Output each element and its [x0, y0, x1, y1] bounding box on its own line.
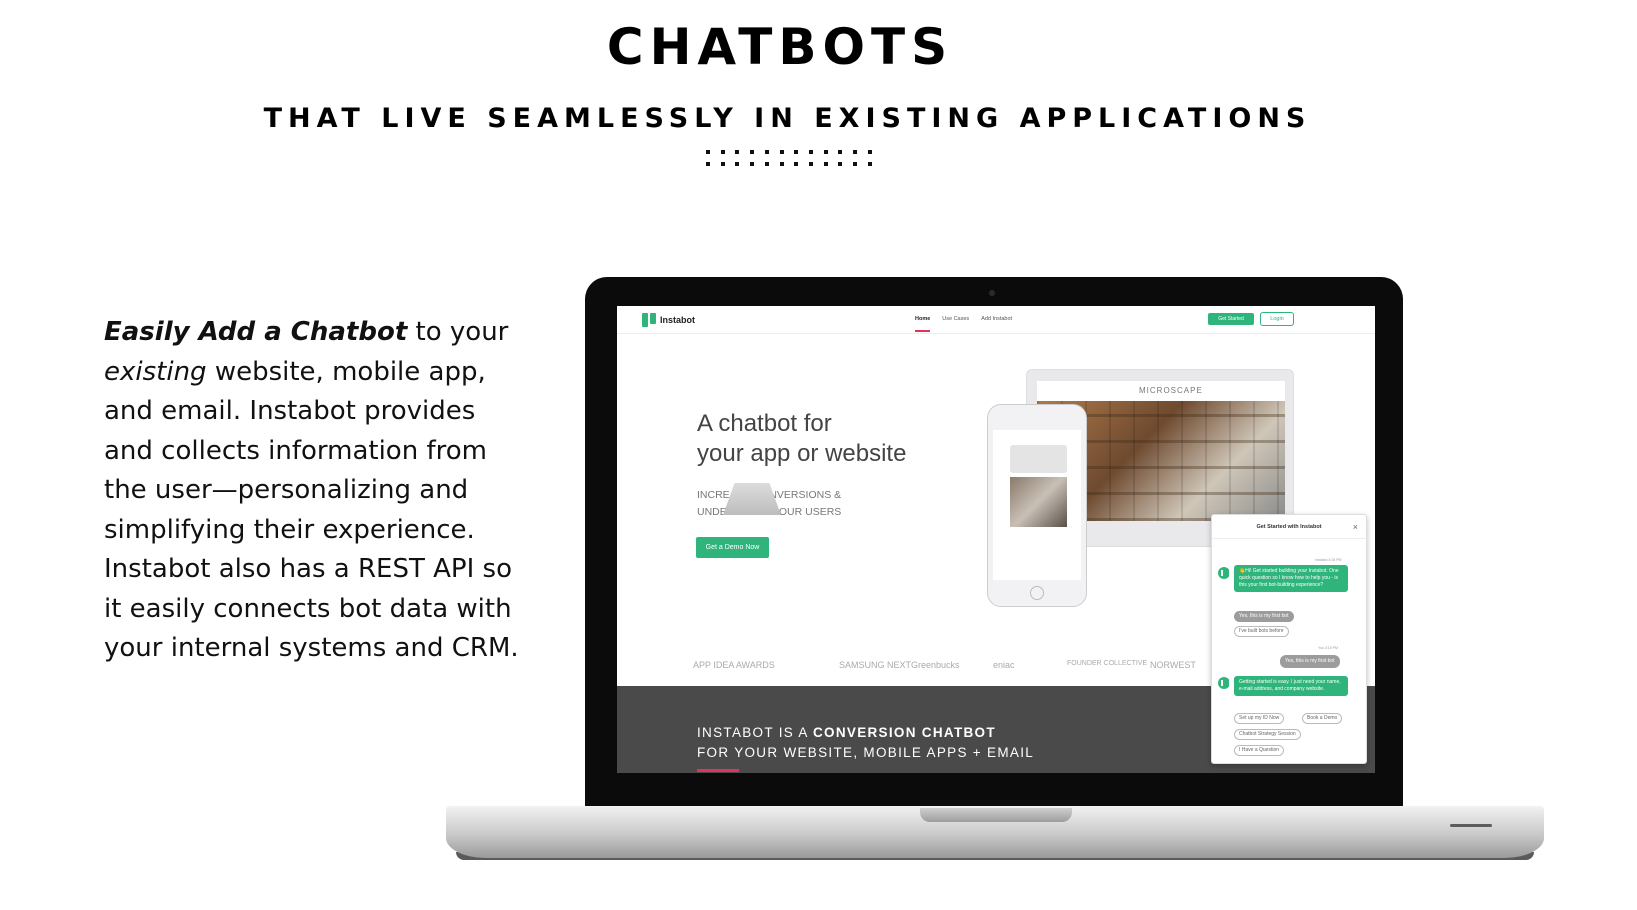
home-button-icon [1030, 586, 1044, 600]
chat-option-chip[interactable]: Chatbot Strategy Session [1234, 729, 1301, 740]
chat-option-chip[interactable]: Set up my ID Now [1234, 713, 1285, 724]
nav-home[interactable]: Home [915, 316, 930, 322]
banner-line-1: INSTABOT IS A CONVERSION CHATBOT [697, 725, 996, 740]
chat-option-chip[interactable]: Yes, this is my first bot [1234, 611, 1294, 622]
bot-message: 👋Hi! Get started building your Instabot.… [1234, 565, 1348, 592]
login-button[interactable]: Login [1260, 312, 1294, 326]
partner-logo: APP IDEA AWARDS [693, 660, 775, 670]
chat-option-chip[interactable]: Book a Demo [1302, 713, 1343, 724]
nav-add-instabot[interactable]: Add Instabot [981, 316, 1012, 322]
banner-accent [697, 769, 739, 772]
chat-timestamp: Instabot 3:15 PM [1315, 558, 1342, 562]
imac-topbar: MICROSCAPE [1037, 381, 1285, 401]
partner-logo: FOUNDER COLLECTIVE [1067, 660, 1148, 667]
nav-links: Home Use Cases Add Instabot [915, 316, 1012, 322]
phone-screen [993, 430, 1081, 580]
site-navbar: Instabot Home Use Cases Add Instabot Get… [617, 306, 1375, 334]
laptop-screen: Instabot Home Use Cases Add Instabot Get… [617, 306, 1375, 773]
laptop-base [446, 806, 1544, 858]
phone-chat-bubble [1010, 445, 1067, 473]
partner-logo: eniac [993, 660, 1015, 670]
lead-rest-2: website, mobile app, and email. Instabot… [104, 356, 519, 664]
imac-brand: MICROSCAPE [1139, 386, 1203, 395]
chat-option-chip[interactable]: I've built bots before [1234, 626, 1289, 637]
phone-image [1010, 477, 1067, 527]
chat-header-title: Get Started with Instabot [1256, 524, 1322, 530]
site-logo[interactable]: Instabot [642, 313, 695, 327]
hero-headline: A chatbot for your app or website [697, 409, 957, 469]
laptop-notch [920, 808, 1072, 822]
phone-mockup [987, 404, 1087, 607]
instabot-logo-icon [642, 313, 656, 327]
page-title: CHATBOTS [606, 18, 954, 76]
lead-bold: Easily Add a Chatbot [104, 317, 408, 347]
logo-text: Instabot [660, 315, 695, 325]
partner-logo: Greenbucks [911, 660, 960, 670]
dot-divider [706, 150, 872, 168]
close-icon[interactable]: × [1353, 515, 1358, 539]
lead-italic: existing [104, 356, 207, 387]
partner-logo: NORWEST [1150, 660, 1196, 670]
nav-active-indicator [915, 330, 930, 332]
banner-prefix: INSTABOT IS A [697, 725, 813, 740]
bot-avatar-icon [1218, 567, 1231, 579]
chat-timestamp: You 3:15 PM [1318, 646, 1338, 650]
bot-avatar-icon [1218, 677, 1231, 689]
subheadline-line-1: INCREASE CONVERSIONS & [697, 489, 842, 501]
demo-button[interactable]: Get a Demo Now [696, 537, 769, 558]
chat-header: Get Started with Instabot × [1212, 515, 1366, 539]
body-paragraph: Easily Add a Chatbot to your existing we… [104, 313, 524, 669]
banner-bold: CONVERSION CHATBOT [812, 725, 996, 740]
user-message: Yes, this is my first bot [1280, 655, 1340, 668]
nav-use-cases[interactable]: Use Cases [942, 316, 969, 322]
laptop-slot [1450, 824, 1492, 827]
get-started-button[interactable]: Get Started [1208, 313, 1254, 325]
headline-line-2: your app or website [697, 440, 907, 467]
camera-icon [989, 290, 995, 296]
page-subtitle: THAT LIVE SEAMLESSLY IN EXISTING APPLICA… [263, 103, 1312, 134]
chat-widget[interactable]: Get Started with Instabot × Instabot 3:1… [1211, 514, 1367, 764]
partner-logo: SAMSUNG NEXT [839, 660, 912, 670]
headline-line-1: A chatbot for [697, 410, 832, 437]
bot-message: Getting started is easy. I just need you… [1234, 676, 1348, 696]
banner-line-2: FOR YOUR WEBSITE, MOBILE APPS + EMAIL [697, 745, 1035, 760]
lead-rest-1: to your [407, 317, 509, 347]
partner-logos: APP IDEA AWARDS SAMSUNG NEXT Greenbucks … [617, 646, 1217, 686]
chat-option-chip[interactable]: I Have a Question [1234, 745, 1285, 756]
